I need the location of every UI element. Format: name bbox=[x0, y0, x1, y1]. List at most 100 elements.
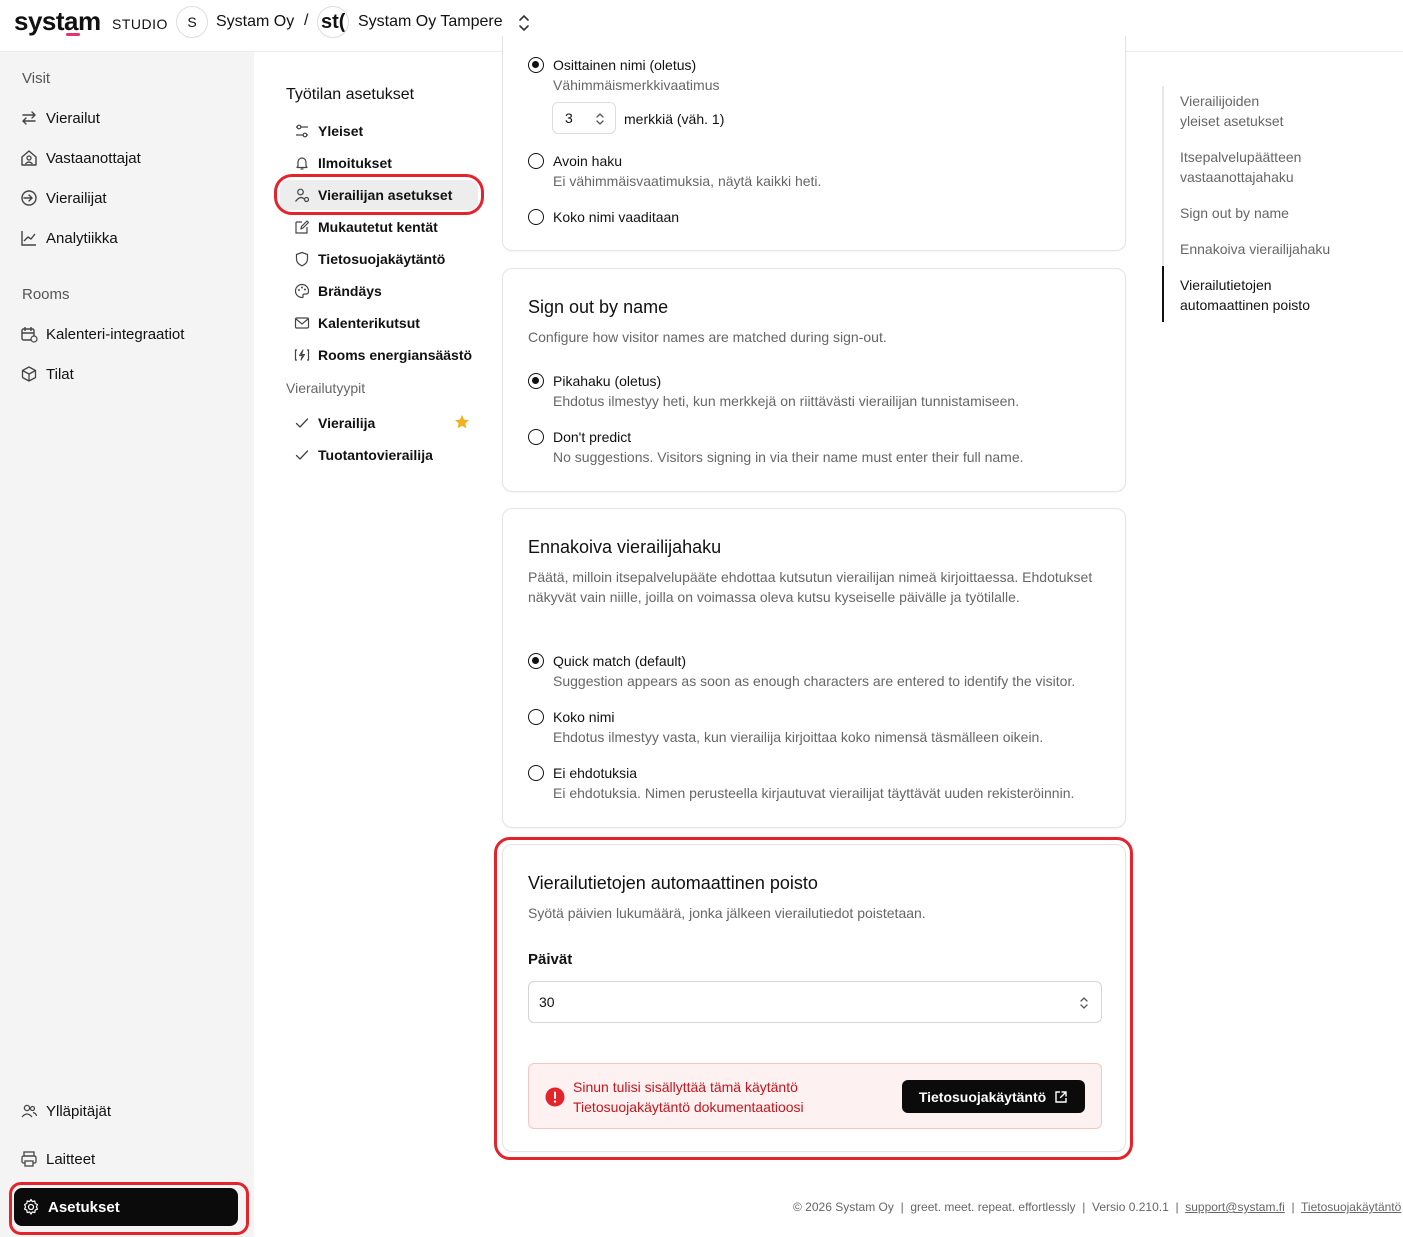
radio-dot[interactable] bbox=[528, 209, 544, 225]
sidebar-item-vastaanottajat[interactable]: Vastaanottajat bbox=[20, 144, 141, 172]
footer-copyright: © 2026 Systam Oy bbox=[793, 1200, 894, 1214]
toc-item-kiosk-search[interactable]: Itsepalvelupäätteen vastaanottajahaku bbox=[1180, 147, 1320, 187]
radio-description: Vähimmäismerkkivaatimus bbox=[553, 77, 720, 93]
footer-version: Versio 0.210.1 bbox=[1092, 1200, 1169, 1214]
card-sign-out-by-name: Sign out by name Configure how visitor n… bbox=[502, 268, 1126, 492]
mail-icon bbox=[294, 317, 310, 329]
sign-in-icon bbox=[21, 190, 37, 206]
button-label: Tietosuojakäytäntö bbox=[918, 1088, 1047, 1105]
min-chars-value: 3 bbox=[565, 110, 573, 126]
days-value: 30 bbox=[539, 994, 555, 1010]
energy-icon bbox=[294, 349, 310, 361]
subnav-item-vierailijan-asetukset[interactable]: Vierailijan asetukset bbox=[294, 183, 452, 207]
check-icon bbox=[295, 450, 309, 460]
radio-dot[interactable] bbox=[528, 653, 544, 669]
radio-open-search[interactable]: Avoin haku Ei vähimmäisvaatimuksia, näyt… bbox=[528, 152, 821, 192]
toc-item-sign-out[interactable]: Sign out by name bbox=[1180, 203, 1380, 223]
subnav-item-rooms-energiansaasto[interactable]: Rooms energiansäästö bbox=[294, 343, 472, 367]
min-chars-label: merkkiä (väh. 1) bbox=[624, 111, 725, 127]
shield-icon bbox=[295, 251, 309, 267]
cube-icon bbox=[21, 366, 37, 382]
org-name[interactable]: Systam Oy bbox=[216, 13, 294, 31]
subnav-label: Tuotantovierailija bbox=[318, 447, 433, 463]
card-title: Ennakoiva vierailijahaku bbox=[528, 537, 722, 557]
subnav-label: Ilmoitukset bbox=[318, 155, 392, 171]
toc-item-predictive[interactable]: Ennakoiva vierailijahaku bbox=[1180, 239, 1380, 259]
logo[interactable]: systam bbox=[14, 6, 101, 37]
sidebar-item-vierailijat[interactable]: Vierailijat bbox=[20, 184, 107, 212]
radio-label: Koko nimi bbox=[553, 709, 615, 725]
palette-icon bbox=[294, 283, 310, 299]
footer-privacy-link[interactable]: Tietosuojakäytäntö bbox=[1301, 1200, 1401, 1214]
home-user-icon bbox=[21, 150, 37, 166]
radio-description: Ehdotus ilmestyy vasta, kun vierailija k… bbox=[553, 729, 1044, 745]
radio-partial-name[interactable]: Osittainen nimi (oletus) Vähimmäismerkki… bbox=[528, 56, 719, 96]
days-input[interactable]: 30 bbox=[528, 981, 1102, 1023]
toc-item-auto-delete[interactable]: Vierailutietojen automaattinen poisto bbox=[1180, 275, 1340, 315]
external-link-icon bbox=[1055, 1090, 1067, 1103]
card-description: Päätä, milloin itsepalvelupääte ehdottaa… bbox=[528, 569, 1093, 605]
radio-dot[interactable] bbox=[528, 57, 544, 73]
subnav-label: Kalenterikutsut bbox=[318, 315, 420, 331]
alert-line-2: Tietosuojakäytäntö dokumentaatioosi bbox=[573, 1099, 804, 1115]
alert-line-1: Sinun tulisi sisällyttää tämä käytäntö bbox=[573, 1079, 798, 1095]
chevrons-up-down-icon[interactable] bbox=[1079, 995, 1089, 1011]
arrows-swap-icon bbox=[22, 111, 36, 125]
subnav-item-brandays[interactable]: Brändäys bbox=[294, 279, 382, 303]
sidebar-item-kalenteri[interactable]: Kalenteri-integraatiot bbox=[20, 320, 184, 348]
subnav-item-vierailija[interactable]: Vierailija bbox=[294, 411, 375, 435]
radio-no-suggestions[interactable]: Ei ehdotuksia Ei ehdotuksia. Nimen perus… bbox=[528, 764, 1074, 804]
subnav-item-kalenterikutsut[interactable]: Kalenterikutsut bbox=[294, 311, 420, 335]
subnav-item-ilmoitukset[interactable]: Ilmoitukset bbox=[294, 151, 392, 175]
sidebar-item-vierailut[interactable]: Vierailut bbox=[20, 104, 100, 132]
card-kiosk-recipient-search: Osittainen nimi (oletus) Vähimmäismerkki… bbox=[502, 36, 1126, 251]
sidebar-item-label: Laitteet bbox=[46, 1150, 96, 1168]
radio-label: Quick match (default) bbox=[553, 653, 687, 669]
subnav-item-tietosuoja[interactable]: Tietosuojakäytäntö bbox=[294, 247, 445, 271]
chevrons-up-down-icon[interactable] bbox=[595, 111, 605, 127]
radio-full-name-required[interactable]: Koko nimi vaaditaan bbox=[528, 208, 679, 226]
org-avatar[interactable]: S bbox=[176, 6, 208, 38]
radio-dot[interactable] bbox=[528, 765, 544, 781]
workspace-name[interactable]: Systam Oy Tampere bbox=[358, 13, 503, 31]
radio-quick-match[interactable]: Quick match (default) Suggestion appears… bbox=[528, 652, 1075, 692]
subnav-label: Brändäys bbox=[318, 283, 382, 299]
radio-description: Ei vähimmäisvaatimuksia, näytä kaikki he… bbox=[553, 173, 822, 189]
subnav-item-mukautetut-kentat[interactable]: Mukautetut kentät bbox=[294, 215, 438, 239]
days-label: Päivät bbox=[528, 951, 573, 968]
radio-quick-search[interactable]: Pikahaku (oletus) Ehdotus ilmestyy heti,… bbox=[528, 372, 1019, 412]
sidebar-item-label: Vastaanottajat bbox=[46, 149, 141, 167]
toc-item-general[interactable]: Vierailijoiden yleiset asetukset bbox=[1180, 91, 1300, 131]
sidebar-section-visit: Visit bbox=[22, 70, 51, 87]
subnav-item-yleiset[interactable]: Yleiset bbox=[294, 119, 363, 143]
radio-label: Pikahaku (oletus) bbox=[553, 373, 662, 389]
radio-dot[interactable] bbox=[528, 373, 544, 389]
sidebar-item-asetukset[interactable]: Asetukset bbox=[14, 1188, 238, 1226]
subnav-label: Vierailijan asetukset bbox=[318, 187, 453, 203]
calendar-sync-icon bbox=[21, 327, 38, 343]
radio-full-name[interactable]: Koko nimi Ehdotus ilmestyy vasta, kun vi… bbox=[528, 708, 1043, 748]
gear-icon bbox=[23, 1198, 39, 1215]
workspace-avatar[interactable]: st( bbox=[317, 6, 349, 38]
chevrons-up-down-icon[interactable] bbox=[517, 12, 531, 34]
sidebar-item-laitteet[interactable]: Laitteet bbox=[20, 1145, 95, 1173]
sidebar-item-label: Analytiikka bbox=[46, 229, 118, 247]
radio-label: Osittainen nimi (oletus) bbox=[553, 57, 697, 73]
card-auto-delete: Vierailutietojen automaattinen poisto Sy… bbox=[502, 844, 1126, 1152]
radio-dot[interactable] bbox=[528, 153, 544, 169]
sidebar-item-analytiikka[interactable]: Analytiikka bbox=[20, 224, 118, 252]
footer-support-link[interactable]: support@systam.fi bbox=[1185, 1200, 1285, 1214]
card-description: Syötä päivien lukumäärä, jonka jälkeen v… bbox=[528, 905, 926, 921]
radio-dont-predict[interactable]: Don't predict No suggestions. Visitors s… bbox=[528, 428, 1024, 468]
sidebar-item-tilat[interactable]: Tilat bbox=[20, 360, 74, 388]
privacy-policy-button[interactable]: Tietosuojakäytäntö bbox=[902, 1080, 1085, 1113]
min-chars-stepper[interactable]: 3 bbox=[552, 102, 616, 134]
sidebar-item-yllapitajat[interactable]: Ylläpitäjät bbox=[20, 1097, 111, 1125]
subnav-item-tuotantovierailija[interactable]: Tuotantovierailija bbox=[294, 443, 433, 467]
sidebar-item-label: Asetukset bbox=[48, 1198, 120, 1216]
radio-dot[interactable] bbox=[528, 709, 544, 725]
sidebar-item-label: Ylläpitäjät bbox=[46, 1102, 112, 1120]
radio-dot[interactable] bbox=[528, 429, 544, 445]
card-description: Configure how visitor names are matched … bbox=[528, 329, 887, 345]
sidebar-section-rooms: Rooms bbox=[22, 286, 70, 303]
